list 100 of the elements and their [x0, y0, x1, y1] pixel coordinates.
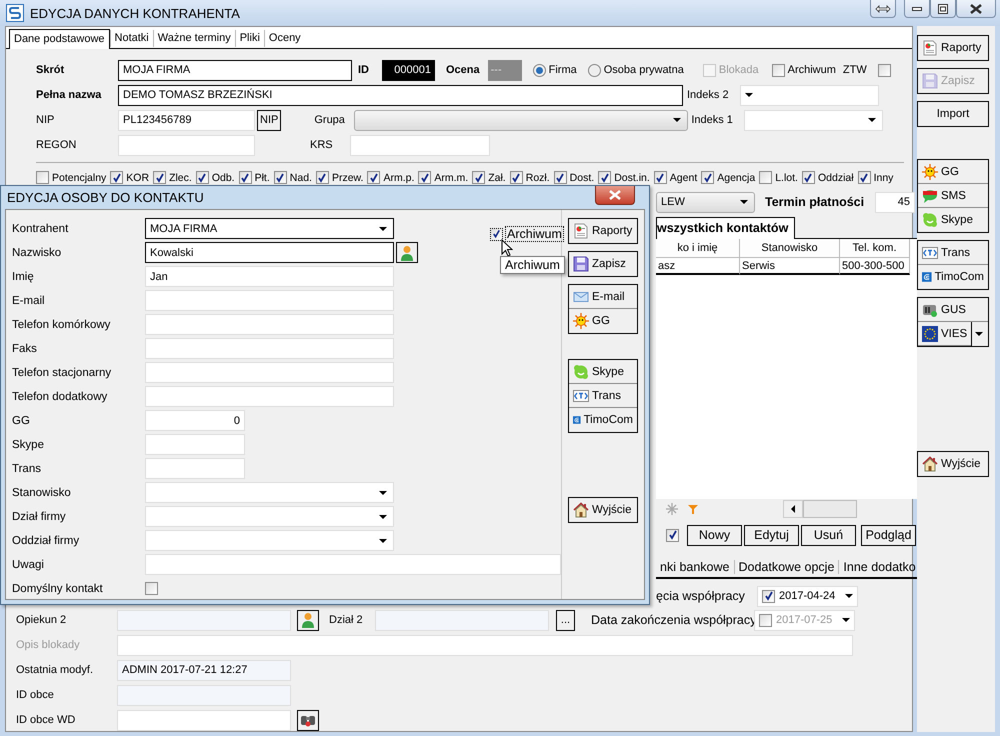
checkbox[interactable] — [759, 614, 772, 626]
checkbox[interactable] — [367, 171, 380, 184]
id-display: 000001 — [382, 60, 435, 81]
checkbox[interactable] — [238, 171, 252, 184]
input-field[interactable]: DEMO TOMASZ BRZEZIŃSKI — [118, 84, 683, 106]
column-header[interactable]: Tel. kom. — [840, 239, 910, 258]
checkbox[interactable] — [110, 171, 124, 184]
radio-button[interactable] — [532, 64, 546, 77]
checkbox[interactable] — [36, 171, 49, 184]
checkbox[interactable] — [196, 171, 209, 184]
input-field[interactable]: MOJA FIRMA — [118, 60, 352, 81]
checkbox[interactable] — [858, 171, 871, 184]
field-label: Ostatnia modyf. — [15, 664, 94, 676]
field-label: GG — [12, 414, 31, 426]
checkbox[interactable] — [598, 171, 612, 184]
input-field[interactable] — [145, 314, 394, 335]
input-field[interactable] — [118, 134, 255, 156]
input-field[interactable] — [145, 290, 394, 311]
minimize-button[interactable] — [904, 0, 930, 18]
person-picker-button[interactable] — [396, 242, 418, 263]
column-header[interactable]: Stanowisko — [740, 239, 840, 258]
close-button[interactable] — [595, 186, 635, 205]
tab[interactable]: Pliki — [234, 30, 264, 48]
tab[interactable]: wszystkich kontaktów — [656, 217, 796, 239]
date-picker[interactable]: 2017-04-24 — [757, 586, 858, 606]
dropdown-field[interactable]: LEW — [656, 192, 755, 212]
tab[interactable]: nki bankowe — [656, 560, 734, 574]
field-label: Skrót — [35, 64, 66, 76]
input-field[interactable] — [145, 362, 394, 383]
app-logo-icon — [6, 4, 24, 22]
checkbox-label: Archiwum — [788, 64, 836, 76]
tab[interactable]: Dodatkowe opcje — [734, 560, 840, 574]
dropdown-arrow-icon — [379, 226, 387, 230]
checkbox[interactable] — [654, 171, 667, 184]
checkbox[interactable] — [554, 171, 567, 184]
field-label: Kontrahent — [12, 222, 70, 234]
maximize-button[interactable] — [930, 0, 956, 18]
column-header[interactable]: ko i imię — [656, 239, 740, 258]
binoculars-button[interactable] — [297, 710, 319, 730]
action-button[interactable]: Edytuj — [744, 524, 799, 546]
checkbox[interactable] — [418, 171, 432, 184]
resize-button[interactable] — [870, 0, 896, 18]
tab[interactable]: Oceny — [264, 30, 305, 48]
input-field[interactable]: Kowalski — [145, 242, 394, 263]
checkbox[interactable] — [472, 171, 486, 184]
input-field[interactable] — [145, 458, 245, 479]
checkbox[interactable] — [145, 582, 158, 595]
close-button[interactable] — [956, 0, 996, 18]
scroll-left-button[interactable] — [782, 500, 803, 518]
input-field[interactable]: PL123456789 — [118, 110, 255, 131]
checkbox[interactable] — [316, 171, 329, 184]
asterisk-icon[interactable] — [666, 503, 678, 515]
scrollbar-thumb[interactable] — [802, 500, 857, 518]
browse-button[interactable]: ... — [556, 610, 575, 630]
checkbox[interactable] — [762, 590, 775, 602]
report-icon — [573, 223, 589, 239]
dropdown-arrow-icon — [740, 200, 748, 204]
tab[interactable]: Ważne terminy — [152, 30, 235, 48]
dropdown-arrow-icon — [974, 332, 983, 336]
checkbox[interactable] — [510, 171, 523, 184]
input-field[interactable] — [350, 134, 490, 156]
checkbox-label: ZTW — [842, 64, 867, 76]
tab[interactable]: Notatki — [110, 30, 153, 48]
checkbox[interactable] — [490, 228, 503, 240]
input-field[interactable] — [117, 710, 291, 730]
checkbox[interactable] — [759, 171, 772, 184]
action-button[interactable]: Nowy — [687, 524, 742, 546]
radio-button[interactable] — [588, 64, 601, 77]
checkbox[interactable] — [153, 171, 166, 184]
checkbox-label: Oddział — [818, 172, 854, 184]
field-label: Uwagi — [12, 558, 45, 570]
input-field[interactable] — [117, 610, 291, 630]
action-button[interactable]: Podgląd — [861, 524, 916, 546]
checkbox[interactable] — [772, 64, 785, 77]
input-field[interactable] — [117, 634, 853, 656]
person-picker-button[interactable] — [297, 610, 319, 630]
input-field[interactable]: 0 — [145, 410, 245, 431]
checkbox[interactable] — [802, 171, 815, 184]
tab[interactable]: Dane podstawowe — [9, 29, 110, 50]
checkbox[interactable] — [274, 171, 287, 184]
input-field[interactable] — [145, 554, 561, 575]
dropdown-button[interactable] — [971, 322, 986, 346]
dropdown-field[interactable]: MOJA FIRMA — [145, 218, 394, 239]
field-label: Domyślny kontakt — [12, 582, 104, 594]
input-field[interactable] — [145, 386, 394, 407]
checkbox-label: Zlec. — [169, 172, 192, 184]
input-field[interactable]: Jan — [145, 266, 394, 287]
dropdown-field[interactable] — [354, 110, 688, 131]
input-field[interactable] — [145, 338, 394, 359]
input-field[interactable] — [145, 434, 245, 455]
input-field[interactable] — [375, 610, 549, 630]
input-field[interactable] — [117, 684, 291, 706]
action-button[interactable]: Usuń — [801, 524, 856, 546]
nip-button[interactable]: NIP — [257, 110, 282, 131]
input-field[interactable]: 45 — [875, 192, 915, 212]
checkbox[interactable] — [666, 528, 679, 542]
checkbox-label: Arm.p. — [383, 172, 414, 184]
checkbox[interactable] — [878, 64, 891, 77]
filter-icon[interactable] — [688, 504, 698, 514]
checkbox[interactable] — [701, 171, 714, 184]
